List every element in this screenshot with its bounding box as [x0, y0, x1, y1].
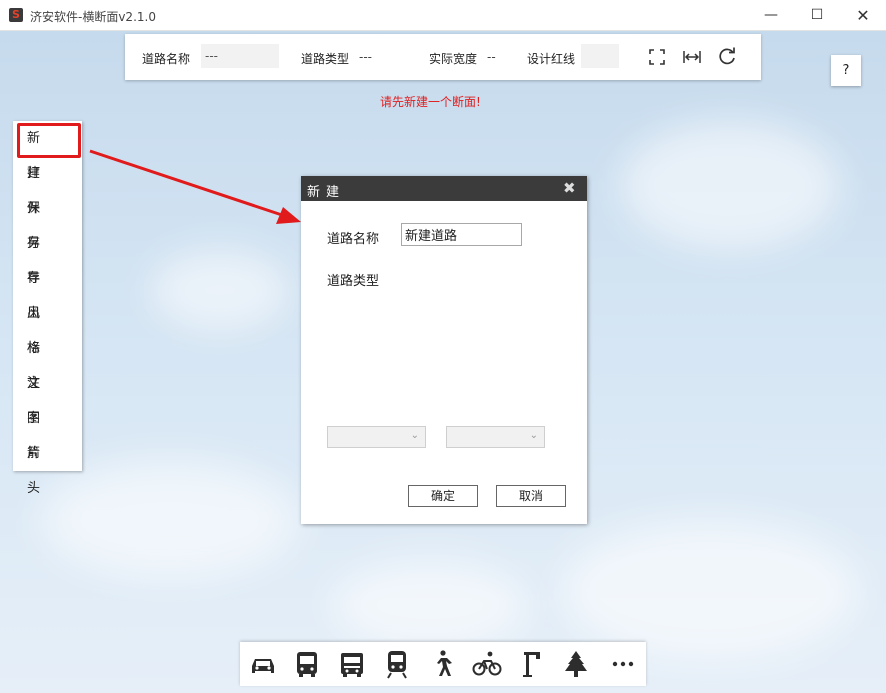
bicycle-icon[interactable] [472, 649, 502, 679]
chevron-down-icon: ⌄ [410, 430, 419, 441]
fit-width-icon[interactable] [681, 46, 703, 68]
help-button[interactable]: ? [831, 55, 861, 86]
road-type-select-1[interactable]: ⌄ [327, 426, 426, 448]
car-icon[interactable] [248, 649, 278, 679]
menu-item-export[interactable]: 导出 [13, 261, 82, 321]
fullscreen-icon[interactable] [646, 46, 668, 68]
truck-icon[interactable] [337, 649, 367, 679]
train-icon[interactable] [382, 649, 412, 679]
road-type-value: --- [359, 50, 372, 64]
road-name-value[interactable]: --- [201, 44, 279, 68]
close-window-button[interactable]: ✕ [840, 0, 886, 31]
design-line-value[interactable] [581, 44, 619, 68]
cancel-button[interactable]: 取消 [496, 485, 566, 507]
road-type-select-2[interactable]: ⌄ [446, 426, 545, 448]
window-title: 济安软件-横断面v2.1.0 [30, 10, 156, 24]
dialog-title: 新建 [307, 185, 346, 200]
pedestrian-icon[interactable] [427, 649, 457, 679]
more-icon[interactable] [608, 649, 638, 679]
streetlight-icon[interactable] [517, 649, 547, 679]
maximize-button[interactable]: ☐ [794, 0, 840, 31]
menu-item-text[interactable]: 文字 [13, 366, 82, 426]
ok-button[interactable]: 确定 [408, 485, 478, 507]
chevron-down-icon: ⌄ [529, 430, 538, 441]
road-name-label: 道路名称 [142, 52, 191, 66]
new-section-dialog: 新建 ✖ 道路名称 道路类型 ⌄ ⌄ 确定 取消 [301, 176, 587, 524]
dialog-header: 新建 ✖ [301, 176, 587, 201]
dialog-road-name-label: 道路名称 [327, 232, 380, 247]
menu-item-save-as[interactable]: 另存 [13, 226, 82, 286]
design-line-label: 设计红线 [527, 52, 576, 66]
element-toolbar [240, 642, 646, 686]
dialog-road-type-label: 道路类型 [327, 274, 380, 289]
menu-item-save[interactable]: 保存 [13, 191, 82, 251]
menu-item-style[interactable]: 风格 [13, 296, 82, 356]
minimize-button[interactable]: — [748, 0, 794, 31]
menu-item-annotate[interactable]: 标注 [13, 331, 82, 391]
highlight-box [17, 123, 81, 158]
tree-icon[interactable] [561, 649, 591, 679]
app-logo-icon: S [9, 8, 23, 22]
road-info-bar: 道路名称 --- 道路类型 --- 实际宽度 -- 设计红线 [125, 34, 761, 80]
side-menu: 新建 打开 保存 另存 导出 风格 标注 文字 图片 箭头 [13, 121, 82, 496]
warning-message: 请先新建一个断面! [380, 95, 481, 109]
menu-item-arrow[interactable]: 箭头 [13, 436, 82, 496]
actual-width-label: 实际宽度 [429, 52, 478, 66]
actual-width-value: -- [487, 50, 496, 64]
title-bar: S 济安软件-横断面v2.1.0 — ☐ ✕ [0, 0, 886, 31]
road-type-label: 道路类型 [301, 52, 350, 66]
refresh-icon[interactable] [716, 46, 738, 68]
bus-icon[interactable] [292, 649, 322, 679]
dialog-road-name-input[interactable] [401, 223, 522, 246]
dialog-close-icon[interactable]: ✖ [563, 179, 576, 197]
menu-item-open[interactable]: 打开 [13, 156, 82, 216]
menu-item-image[interactable]: 图片 [13, 401, 82, 461]
